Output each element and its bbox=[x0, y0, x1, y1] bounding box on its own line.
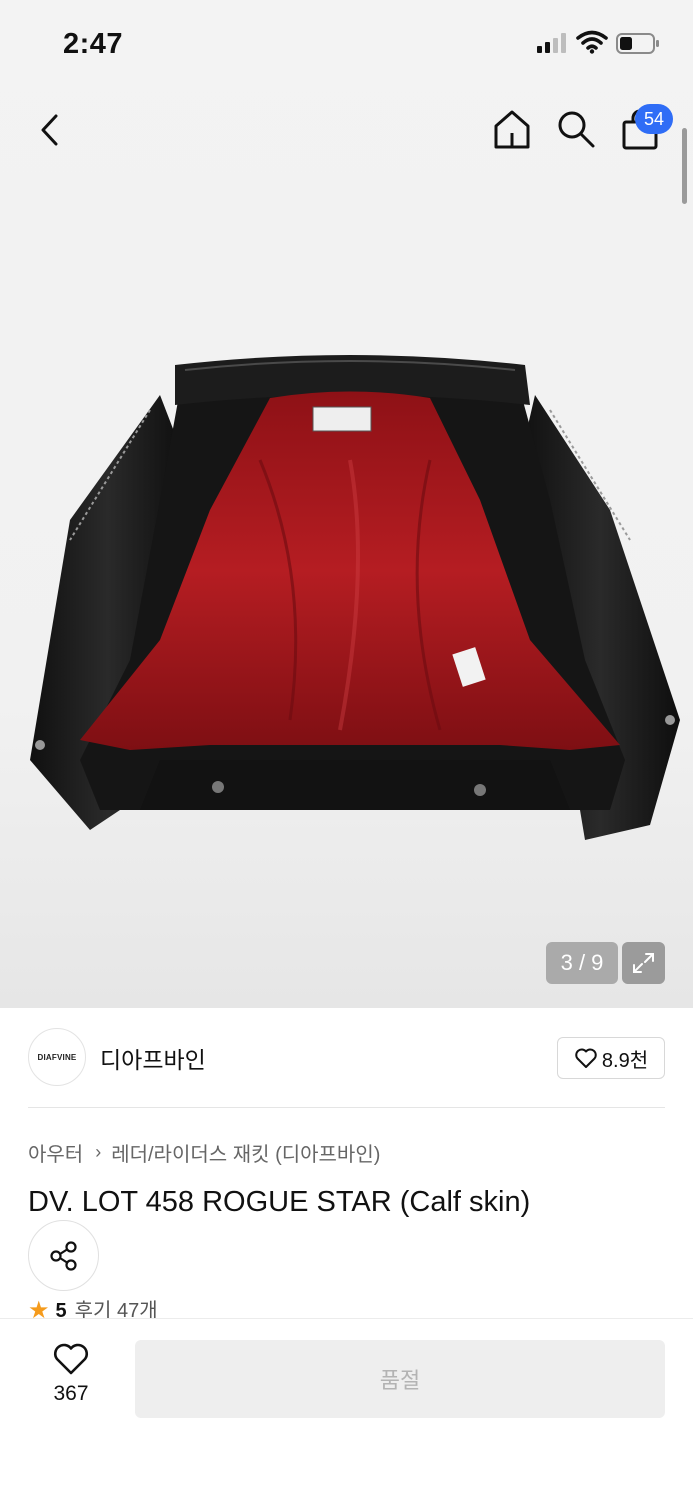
home-icon[interactable] bbox=[491, 108, 533, 150]
star-icon: ★ bbox=[28, 1298, 50, 1318]
brand-like-button[interactable]: 8.9천 bbox=[557, 1037, 665, 1079]
scrollbar[interactable] bbox=[682, 128, 687, 204]
status-time: 2:47 bbox=[63, 28, 124, 60]
rating-score: 5 bbox=[55, 1300, 67, 1318]
share-icon bbox=[49, 1240, 77, 1271]
search-icon[interactable] bbox=[555, 108, 597, 150]
brand-logo-text: DIAFVINE bbox=[37, 1052, 77, 1062]
cellular-signal-icon bbox=[537, 33, 566, 53]
back-icon[interactable] bbox=[30, 108, 70, 152]
brand-logo[interactable]: DIAFVINE bbox=[28, 1028, 86, 1086]
battery-icon bbox=[616, 33, 659, 54]
review-count[interactable]: 후기 47개 bbox=[75, 1298, 158, 1318]
brand-name[interactable]: 디아프바인 bbox=[100, 1041, 206, 1075]
product-title: DV. LOT 458 ROGUE STAR (Calf skin) bbox=[28, 1186, 531, 1218]
share-button[interactable] bbox=[28, 1220, 99, 1291]
product-image-gallery[interactable]: 2:47 54 3 / 9 bbox=[0, 0, 693, 1008]
heart-icon bbox=[575, 1048, 597, 1068]
brand-like-count: 8.9천 bbox=[601, 1049, 649, 1072]
gallery-page-indicator: 3 / 9 bbox=[546, 942, 618, 984]
like-button[interactable]: 367 bbox=[38, 1342, 104, 1414]
sold-out-button[interactable]: 품절 bbox=[135, 1340, 665, 1418]
product-rating[interactable]: ★ 5 후기 47개 bbox=[28, 1298, 158, 1318]
status-bar: 2:47 bbox=[0, 0, 693, 90]
breadcrumb: 아우터 › 레더/라이더스 재킷 (디아프바인) bbox=[28, 1138, 380, 1167]
cart-count-badge: 54 bbox=[635, 104, 673, 134]
heart-icon bbox=[54, 1343, 88, 1375]
like-count: 367 bbox=[53, 1382, 89, 1405]
chevron-right-icon: › bbox=[95, 1142, 102, 1162]
divider bbox=[28, 1107, 665, 1108]
breadcrumb-category[interactable]: 아우터 bbox=[28, 1138, 83, 1167]
wifi-icon bbox=[576, 30, 608, 54]
expand-icon[interactable] bbox=[622, 942, 665, 984]
product-photo-leather-jacket bbox=[30, 355, 680, 840]
breadcrumb-subcategory[interactable]: 레더/라이더스 재킷 (디아프바인) bbox=[111, 1138, 380, 1167]
